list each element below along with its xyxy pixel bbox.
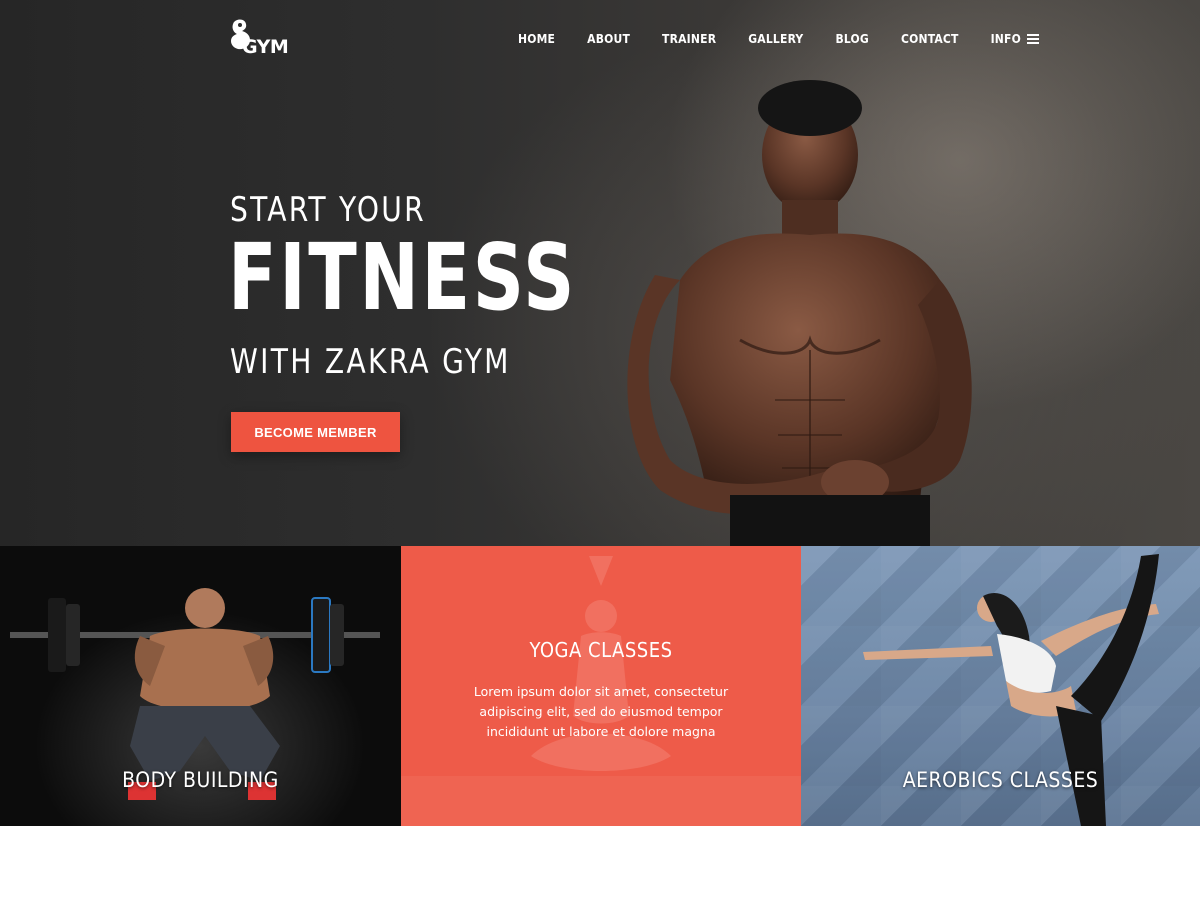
body-building-panel[interactable]: BODY BUILDING bbox=[0, 546, 401, 826]
aerobics-classes-panel[interactable]: AEROBICS CLASSES bbox=[801, 546, 1200, 826]
nav-about[interactable]: ABOUT bbox=[587, 32, 630, 46]
main-nav: HOME ABOUT TRAINER GALLERY BLOG CONTACT … bbox=[518, 32, 1039, 46]
nav-blog[interactable]: BLOG bbox=[835, 32, 869, 46]
hero-heading-line3: WITH ZAKRA GYM bbox=[230, 342, 511, 382]
hero-heading-line2: FITNESS bbox=[228, 224, 577, 331]
nav-info[interactable]: INFO bbox=[991, 32, 1021, 46]
hero-section: GYM HOME ABOUT TRAINER GALLERY BLOG CONT… bbox=[0, 0, 1200, 546]
yoga-classes-panel[interactable]: YOGA CLASSES Lorem ipsum dolor sit amet,… bbox=[401, 546, 801, 826]
page-bottom-area bbox=[0, 826, 1200, 900]
hamburger-icon[interactable] bbox=[1026, 34, 1039, 44]
nav-gallery[interactable]: GALLERY bbox=[748, 32, 803, 46]
logo-text: GYM bbox=[242, 36, 289, 58]
athlete-image bbox=[627, 80, 972, 546]
nav-home[interactable]: HOME bbox=[518, 32, 555, 46]
aerobics-classes-title: AEROBICS CLASSES bbox=[902, 768, 1099, 792]
site-logo[interactable]: GYM bbox=[228, 18, 290, 58]
yoga-classes-description: Lorem ipsum dolor sit amet, consectetur … bbox=[473, 684, 729, 739]
body-building-title: BODY BUILDING bbox=[122, 768, 279, 792]
nav-trainer[interactable]: TRAINER bbox=[662, 32, 716, 46]
become-member-button[interactable]: BECOME MEMBER bbox=[231, 412, 400, 452]
yoga-classes-title: YOGA CLASSES bbox=[529, 638, 673, 662]
nav-contact[interactable]: CONTACT bbox=[901, 32, 959, 46]
